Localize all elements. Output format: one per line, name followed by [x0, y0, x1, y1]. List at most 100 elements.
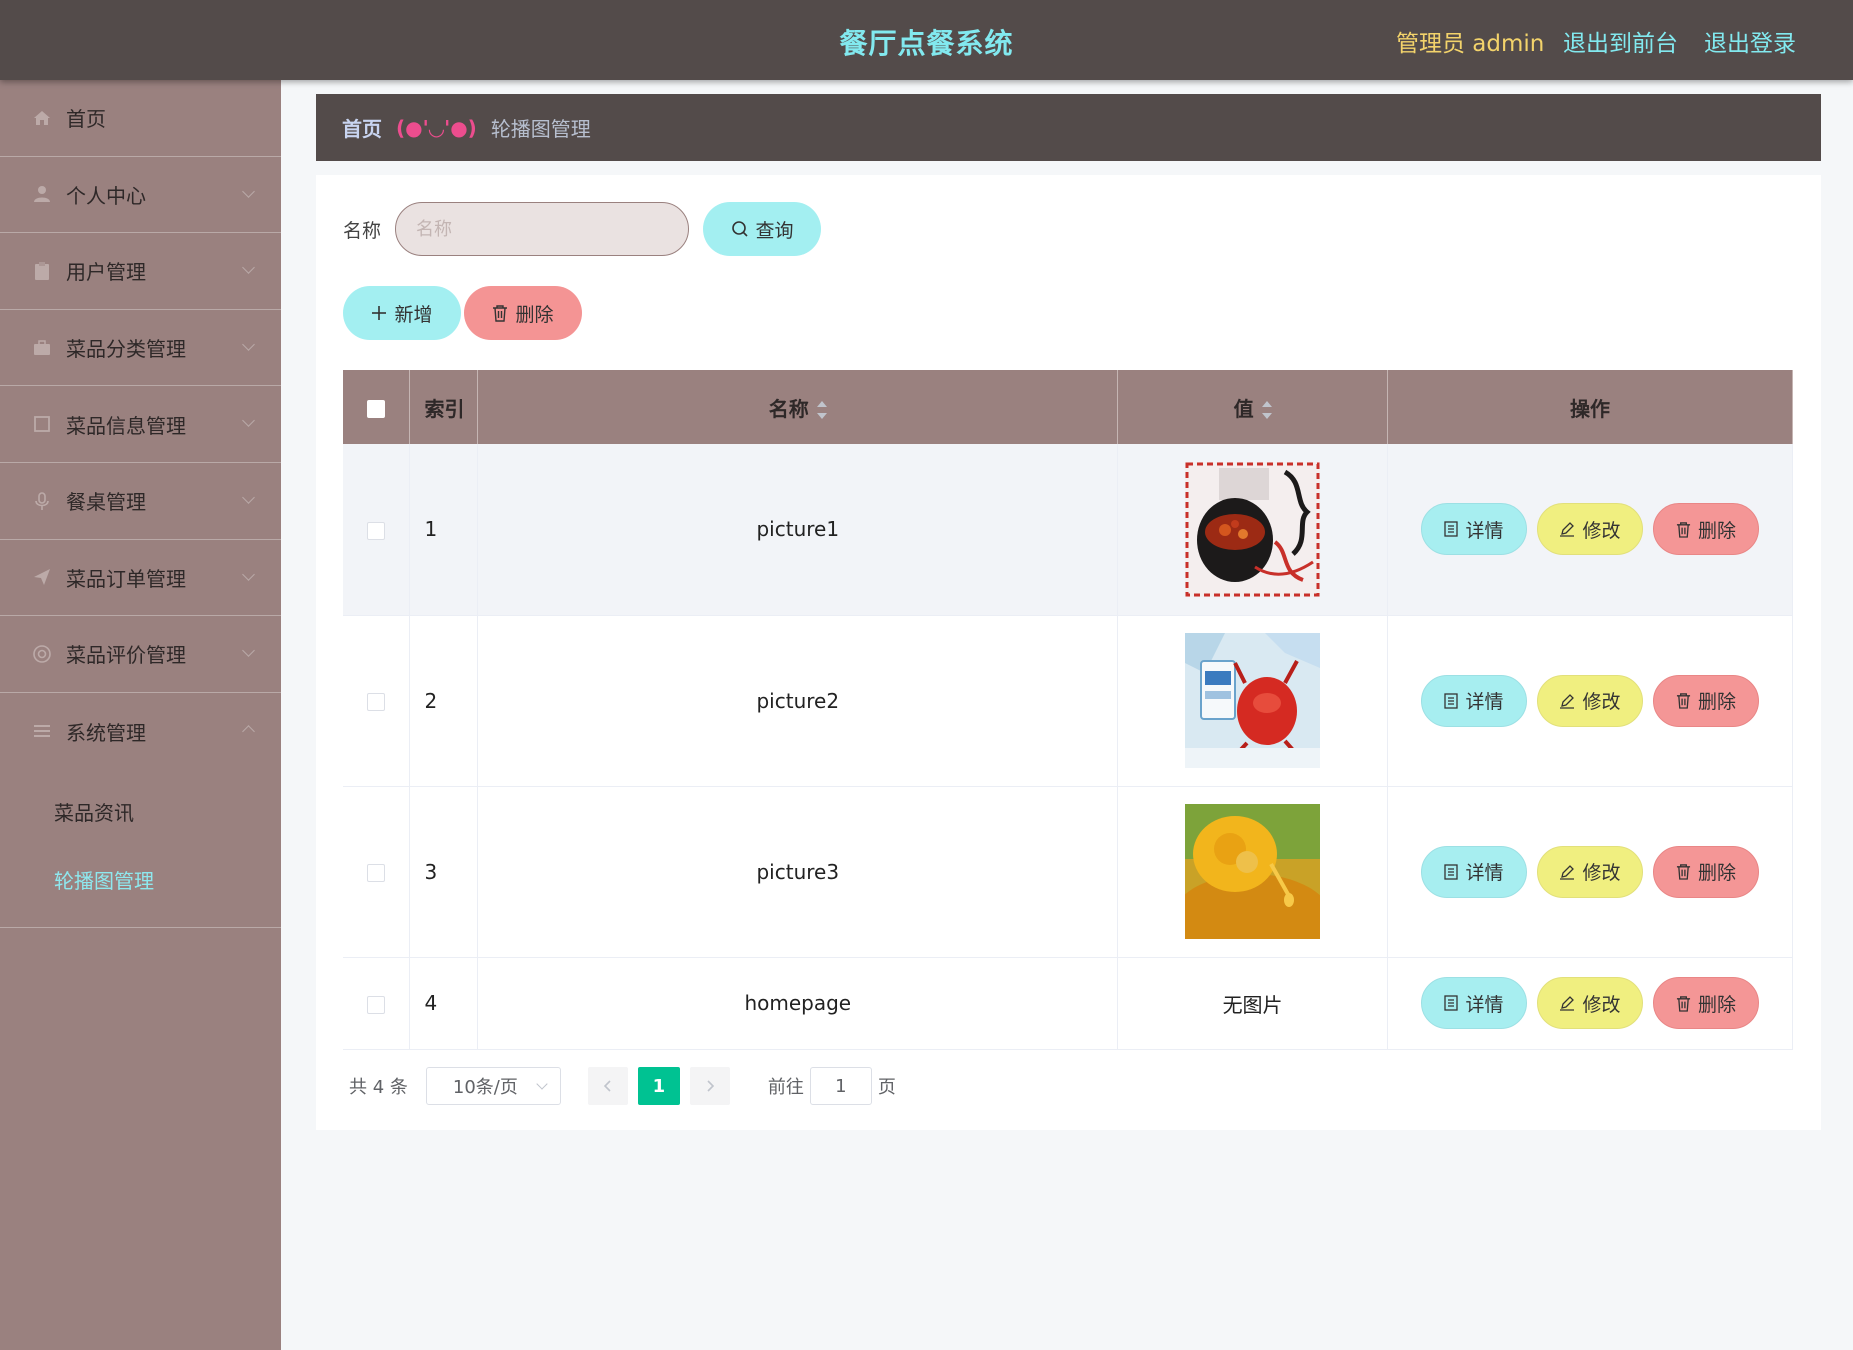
current-user-label: 管理员 admin [1396, 31, 1545, 57]
pencil-icon [1559, 864, 1575, 880]
goto-label: 前往 [767, 1077, 804, 1098]
delete-label: 删除 [1697, 862, 1736, 884]
edit-button[interactable]: 修改 [1537, 977, 1643, 1029]
microphone-icon [32, 491, 52, 511]
sidebar-item-tables[interactable]: 餐桌管理 [0, 463, 281, 540]
sidebar-item-label: 系统管理 [66, 720, 146, 745]
chevron-up-icon [242, 724, 255, 738]
row-checkbox[interactable] [367, 521, 386, 540]
edit-button[interactable]: 修改 [1537, 503, 1643, 556]
goto-page-input[interactable] [809, 1067, 872, 1105]
prev-page-button[interactable] [587, 1067, 628, 1105]
logout-link[interactable]: 退出登录 [1704, 24, 1796, 58]
sidebar-item-dish-category[interactable]: 菜品分类管理 [0, 310, 281, 387]
row-select-cell [343, 957, 411, 1050]
delete-button[interactable]: 删除 [1653, 674, 1759, 727]
edit-label: 修改 [1582, 519, 1621, 542]
row-value [1117, 786, 1389, 958]
edit-button[interactable]: 修改 [1537, 845, 1643, 898]
sidebar-item-dish-info[interactable]: 菜品信息管理 [0, 386, 281, 463]
row-index: 4 [409, 957, 479, 1050]
carousel-thumbnail[interactable] [1185, 633, 1321, 768]
carousel-thumbnail[interactable] [1185, 804, 1321, 939]
page-size-value: 10条/页 [452, 1077, 518, 1098]
pencil-icon [1559, 995, 1575, 1011]
search-input[interactable] [395, 202, 690, 256]
plus-icon [371, 305, 387, 321]
select-all-checkbox[interactable] [367, 399, 386, 418]
row-select-cell [343, 444, 411, 616]
row-actions: 详情 修改 删除 [1387, 786, 1793, 958]
table-row: 1 picture1 详情 修改 删除 [343, 444, 1793, 616]
trash-icon [1676, 995, 1691, 1012]
chevron-down-icon [242, 261, 255, 275]
carousel-table: 索引 名称 值 操作 1 picture1 详情 修改 删除 2 picture… [343, 370, 1793, 1050]
trash-icon [492, 304, 508, 322]
back-to-front-link[interactable]: 退出到前台 [1563, 24, 1678, 58]
breadcrumb-home[interactable]: 首页 [342, 113, 382, 142]
add-button[interactable]: 新增 [343, 286, 461, 340]
sidebar-item-label: 用户管理 [66, 260, 146, 285]
sidebar-item-system[interactable]: 系统管理 [0, 693, 281, 770]
sidebar-item-home[interactable]: 首页 [0, 80, 281, 157]
batch-delete-label: 删除 [515, 303, 554, 326]
chevron-down-icon [242, 184, 255, 198]
sidebar-item-label: 餐桌管理 [66, 490, 146, 515]
carousel-thumbnail[interactable] [1185, 461, 1321, 597]
pagination-total: 共 4 条 [349, 1077, 408, 1098]
column-header-value[interactable]: 值 [1117, 370, 1389, 444]
clipboard-icon [32, 261, 52, 281]
next-page-button[interactable] [689, 1067, 730, 1105]
row-checkbox[interactable] [367, 693, 386, 711]
delete-button[interactable]: 删除 [1653, 503, 1759, 556]
query-button[interactable]: 查询 [703, 202, 822, 256]
page-number-current[interactable]: 1 [637, 1067, 680, 1105]
add-button-label: 新增 [394, 303, 433, 326]
sidebar-item-label: 首页 [66, 107, 106, 132]
table-row: 2 picture2 详情 修改 删除 [343, 615, 1793, 787]
column-header-name-label: 名称 [768, 396, 809, 421]
sort-caret-icon[interactable] [1261, 400, 1272, 420]
table-header-row: 索引 名称 值 操作 [343, 370, 1793, 444]
top-header: 餐厅点餐系统 管理员 admin 退出到前台 退出登录 [0, 0, 1853, 80]
submenu-item-carousel[interactable]: 轮播图管理 [0, 845, 281, 913]
detail-button[interactable]: 详情 [1421, 977, 1527, 1029]
edit-label: 修改 [1582, 993, 1621, 1016]
sort-caret-icon[interactable] [816, 400, 827, 420]
page-size-select[interactable]: 10条/页 [425, 1067, 561, 1105]
sidebar-item-users[interactable]: 用户管理 [0, 233, 281, 310]
column-header-name[interactable]: 名称 [477, 370, 1119, 444]
user-icon [32, 184, 52, 204]
pencil-icon [1559, 693, 1575, 709]
sidebar-item-label: 菜品订单管理 [66, 566, 186, 591]
row-value: 无图片 [1117, 957, 1389, 1050]
row-name: picture2 [477, 615, 1119, 787]
row-checkbox[interactable] [367, 864, 386, 882]
sidebar-item-reviews[interactable]: 菜品评价管理 [0, 616, 281, 693]
delete-button[interactable]: 删除 [1653, 845, 1759, 898]
detail-button[interactable]: 详情 [1421, 674, 1527, 727]
batch-delete-button[interactable]: 删除 [464, 286, 582, 340]
chevron-down-icon [242, 567, 255, 581]
target-icon [32, 644, 52, 664]
breadcrumb-separator: (●'◡'●) [396, 115, 477, 140]
chevron-down-icon [242, 644, 255, 658]
breadcrumb-current: 轮播图管理 [490, 117, 591, 141]
sidebar-item-label: 菜品分类管理 [66, 337, 186, 362]
column-header-index: 索引 [409, 370, 479, 444]
trash-icon [1676, 863, 1691, 880]
detail-button[interactable]: 详情 [1421, 503, 1527, 556]
briefcase-icon [32, 338, 52, 358]
sidebar-item-profile[interactable]: 个人中心 [0, 157, 281, 234]
send-icon [32, 567, 52, 587]
edit-label: 修改 [1582, 862, 1621, 884]
edit-button[interactable]: 修改 [1537, 674, 1643, 727]
detail-label: 详情 [1465, 993, 1504, 1016]
detail-label: 详情 [1465, 862, 1504, 884]
submenu-item-dish-news[interactable]: 菜品资讯 [0, 777, 281, 845]
table-row: 4 homepage 无图片 详情 修改 删除 [343, 957, 1793, 1050]
row-checkbox[interactable] [367, 995, 386, 1014]
detail-button[interactable]: 详情 [1421, 845, 1527, 898]
delete-button[interactable]: 删除 [1653, 977, 1759, 1029]
sidebar-item-orders[interactable]: 菜品订单管理 [0, 540, 281, 617]
